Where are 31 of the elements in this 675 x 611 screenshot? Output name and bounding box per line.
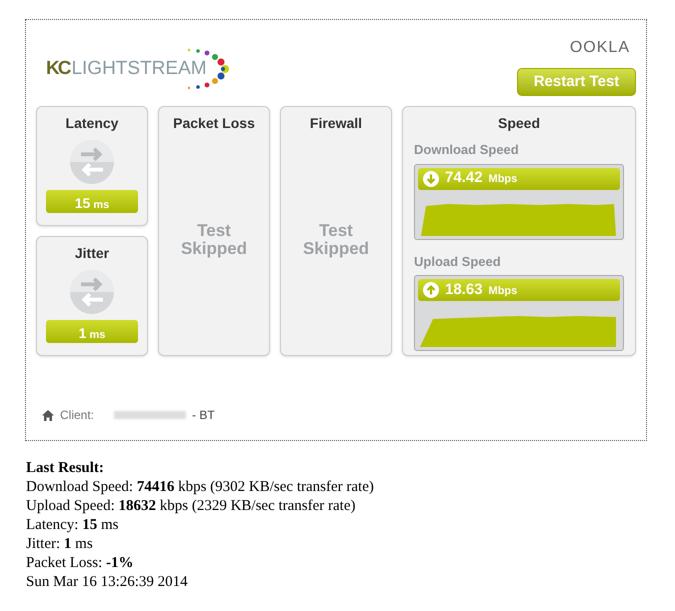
value-badge: 1 ms xyxy=(46,320,138,343)
home-icon xyxy=(42,410,54,420)
result-line: Download Speed: 74416 kbps (9302 KB/sec transfer rate) xyxy=(26,478,375,497)
result-line: Packet Loss: -1% xyxy=(26,554,134,573)
panel-title: Firewall xyxy=(310,114,362,133)
skipped-message: Test Skipped xyxy=(180,222,248,258)
panel-title: Packet Loss xyxy=(173,114,255,133)
speed-value-bar: 74.42 Mbps xyxy=(418,168,620,190)
skipped-message: Test Skipped xyxy=(302,222,370,258)
client-label: Client: xyxy=(60,407,94,424)
result-line: Upload Speed: 18632 kbps (2329 KB/sec transfer rate) xyxy=(26,497,357,516)
panel-title: Speed xyxy=(496,114,541,133)
gauge-label: Upload Speed xyxy=(414,252,502,271)
download-icon xyxy=(423,170,439,186)
restart-button[interactable]: Restart Test xyxy=(517,68,636,96)
upload-icon xyxy=(423,282,439,298)
panel-title: Latency xyxy=(66,114,118,133)
result-line: Sun Mar 16 13:26:39 2014 xyxy=(26,573,189,592)
result-line: Jitter: 1 ms xyxy=(26,535,94,554)
logo-prefix: KC xyxy=(46,56,70,81)
panel-title: Jitter xyxy=(74,244,110,263)
client-isp: - BT xyxy=(192,407,215,424)
arrows-icon xyxy=(70,140,114,184)
arrows-icon xyxy=(70,270,114,314)
speed-value-bar: 18.63 Mbps xyxy=(418,279,620,301)
result-line: Latency: 15 ms xyxy=(26,516,120,535)
result-heading: Last Result: xyxy=(26,459,105,478)
logo-text: LIGHTSTREAM xyxy=(71,56,207,81)
gauge-label: Download Speed xyxy=(414,141,520,159)
provider-logo: OOKLA xyxy=(570,38,630,58)
value-badge: 15 ms xyxy=(46,190,138,213)
